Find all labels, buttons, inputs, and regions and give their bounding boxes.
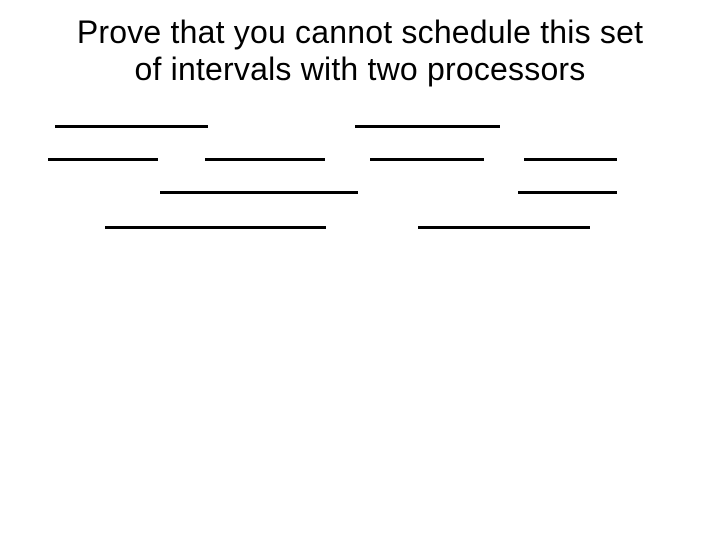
slide: Prove that you cannot schedule this set … [0, 0, 720, 540]
interval-segment [370, 158, 484, 161]
interval-segment [418, 226, 590, 229]
interval-segment [205, 158, 325, 161]
interval-segment [160, 191, 358, 194]
interval-segment [524, 158, 617, 161]
interval-segment [55, 125, 208, 128]
interval-segment [518, 191, 617, 194]
interval-segment [48, 158, 158, 161]
interval-segment [355, 125, 500, 128]
interval-segment [105, 226, 326, 229]
interval-diagram [0, 0, 720, 540]
